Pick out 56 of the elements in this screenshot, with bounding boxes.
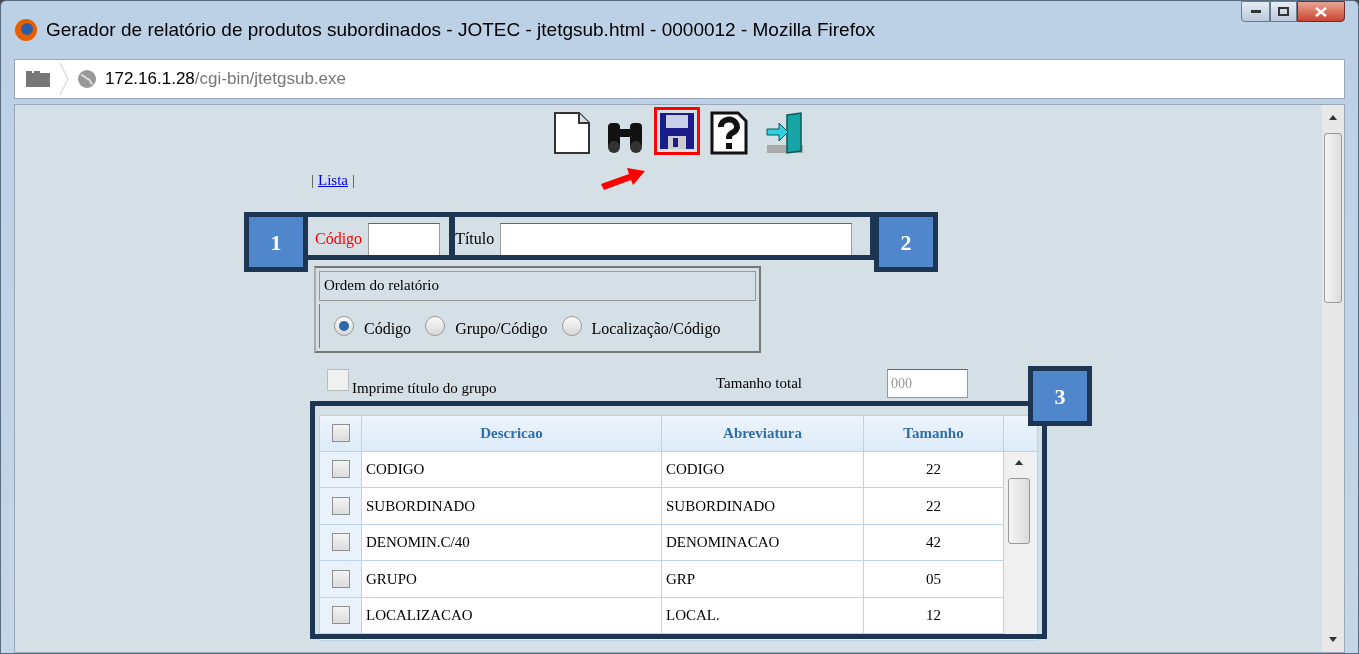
- browser-logo-icon: [14, 18, 38, 42]
- row-checkbox[interactable]: [331, 533, 350, 552]
- table-cell: LOCAL.: [662, 597, 864, 633]
- table-cell: DENOMINACAO: [662, 524, 864, 560]
- close-icon: [1315, 6, 1327, 17]
- radio-button[interactable]: [425, 315, 446, 336]
- checkbox-label: Imprime título do grupo: [352, 379, 497, 399]
- titulo-label: Título: [455, 229, 495, 249]
- codigo-label: Código: [315, 229, 363, 250]
- address-bar[interactable]: 172.16.1.28/cgi-bin/jtetgsub.exe: [14, 59, 1345, 99]
- table-cell: CODIGO: [662, 451, 864, 487]
- callout-number: 3: [1028, 366, 1092, 426]
- table-cell: SUBORDINADO: [362, 488, 662, 524]
- radio-button[interactable]: [334, 315, 354, 336]
- radio-label: Código: [364, 318, 412, 340]
- radio-label: Grupo/Código: [455, 318, 548, 340]
- order-title: Ordem do relatório: [324, 276, 439, 296]
- titulo-input[interactable]: [500, 222, 853, 256]
- separator-text: |: [352, 172, 356, 188]
- total-size-label: Tamanho total: [716, 374, 802, 394]
- help-icon[interactable]: [708, 111, 749, 155]
- row-checkbox[interactable]: [331, 606, 350, 625]
- scroll-down-icon[interactable]: [1328, 636, 1338, 644]
- column-header: Tamanho: [864, 415, 1004, 451]
- separator-text: |: [311, 172, 314, 188]
- scroll-up-icon[interactable]: [1328, 113, 1338, 121]
- radio-button[interactable]: [561, 315, 582, 336]
- radio-label: Localização/Código: [591, 318, 721, 340]
- url-text: 172.16.1.28/cgi-bin/jtetgsub.exe: [105, 68, 346, 91]
- select-all-checkbox[interactable]: [331, 424, 350, 442]
- row-checkbox[interactable]: [331, 569, 350, 588]
- checkbox[interactable]: [327, 368, 349, 391]
- row-checkbox[interactable]: [331, 460, 350, 479]
- callout-number: 2: [874, 212, 938, 272]
- tabs-icon[interactable]: [25, 70, 51, 88]
- globe-icon: [77, 69, 97, 89]
- minimize-button[interactable]: [1241, 1, 1270, 22]
- table-cell: DENOMIN.C/40: [362, 524, 662, 560]
- maximize-button[interactable]: [1270, 1, 1297, 22]
- lista-link[interactable]: Lista: [318, 172, 348, 188]
- codigo-input[interactable]: [368, 222, 441, 256]
- table-cell: GRP: [662, 561, 864, 597]
- column-header: Abreviatura: [662, 415, 864, 451]
- close-button[interactable]: [1297, 1, 1345, 22]
- chevron-icon: [59, 63, 69, 95]
- row-checkbox[interactable]: [331, 496, 350, 515]
- page-scrollbar[interactable]: [1322, 105, 1344, 652]
- table-scrollbar[interactable]: [1004, 451, 1034, 640]
- table-cell: SUBORDINADO: [662, 488, 864, 524]
- table-cell: LOCALIZACAO: [362, 597, 662, 633]
- column-header: Descricao: [362, 415, 662, 451]
- total-size-input[interactable]: 000: [887, 369, 968, 398]
- window-title: Gerador de relatório de produtos subordinados - JOTEC - jtetgsub.html - 0000012 - Mozilla Firefox: [46, 17, 875, 42]
- table-cell: CODIGO: [362, 451, 662, 487]
- pointer-arrow: [598, 166, 647, 192]
- table-cell: GRUPO: [362, 561, 662, 597]
